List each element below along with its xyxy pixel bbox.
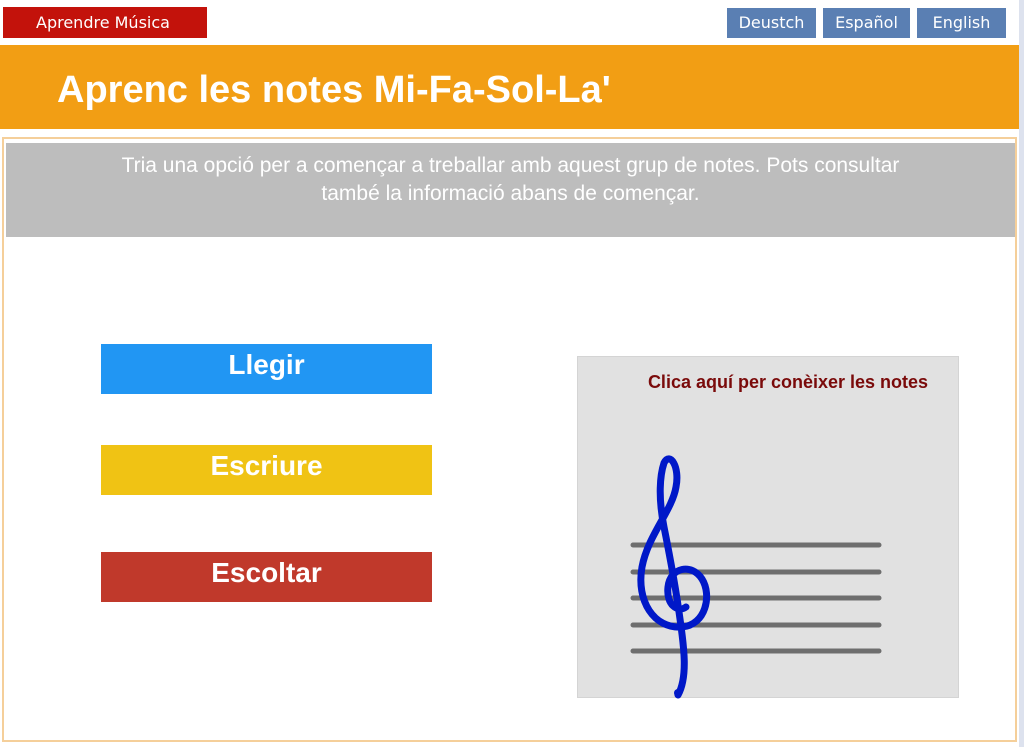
write-mode-button[interactable]: Escriure [101, 445, 432, 495]
language-button-espanol[interactable]: Español [823, 8, 910, 38]
instructions-line-2: també la informació abans de començar. [321, 182, 700, 205]
language-button-english[interactable]: English [917, 8, 1006, 38]
notes-info-card[interactable]: Clica aquí per conèixer les notes [577, 356, 959, 699]
listen-mode-button[interactable]: Escoltar [101, 552, 432, 602]
treble-clef-icon [637, 455, 711, 699]
title-bar: Aprenc les notes Mi-Fa-Sol-La' [0, 45, 1019, 129]
instructions-banner: Tria una opció per a començar a treballa… [6, 143, 1015, 237]
language-button-deutsch[interactable]: Deustch [727, 8, 816, 38]
treble-clef-staff-icon [630, 455, 882, 699]
instructions-line-1: Tria una opció per a començar a treballa… [121, 154, 900, 177]
window-scrollbar[interactable] [1019, 0, 1024, 747]
read-mode-button[interactable]: Llegir [101, 344, 432, 394]
page-title: Aprenc les notes Mi-Fa-Sol-La' [57, 69, 611, 111]
app-home-button[interactable]: Aprendre Música [3, 7, 207, 38]
